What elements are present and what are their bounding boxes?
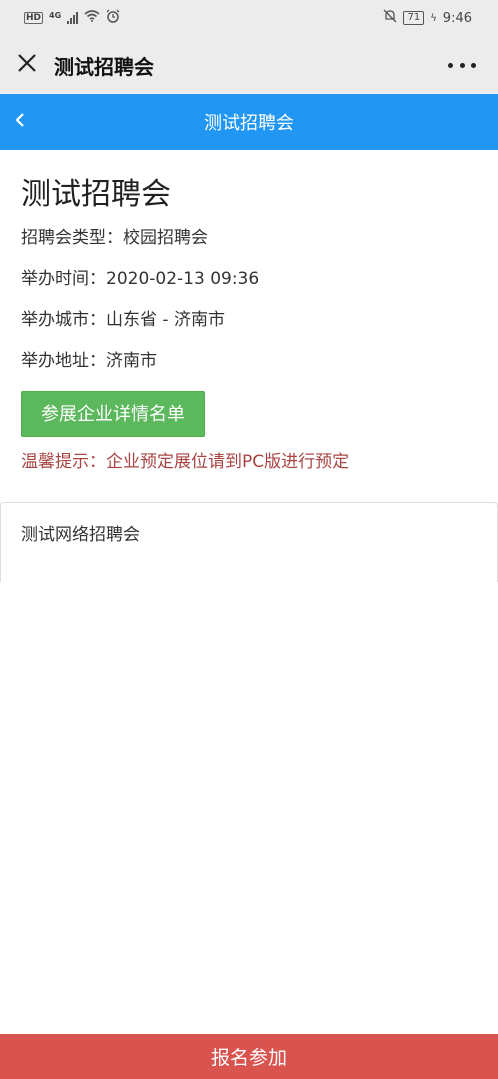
companies-list-button[interactable]: 参展企业详情名单 — [21, 391, 205, 437]
signal-icon — [67, 12, 79, 24]
clock-time: 9:46 — [442, 10, 472, 26]
nav-bar: 测试招聘会 — [0, 94, 498, 150]
status-left: HD 4G — [24, 9, 120, 27]
fair-address: 举办地址：济南市 — [21, 351, 157, 371]
fair-time: 举办时间：2020-02-13 09:36 — [21, 269, 260, 289]
close-icon — [17, 53, 37, 77]
battery-icon: 71 — [403, 11, 425, 25]
more-button[interactable] — [448, 54, 476, 76]
alarm-icon — [106, 9, 120, 27]
booking-tip: 温馨提示：企业预定展位请到PC版进行预定 — [21, 452, 350, 472]
back-chevron-icon — [15, 112, 25, 132]
webview-title: 测试招聘会 — [54, 54, 154, 79]
status-right: 71 ϟ 9:46 — [383, 9, 472, 27]
back-button[interactable] — [8, 104, 32, 140]
nav-title: 测试招聘会 — [204, 113, 294, 134]
more-icon — [448, 62, 453, 68]
hd-badge: HD — [24, 12, 44, 24]
fair-description-card: 测试网络招聘会 — [0, 502, 498, 582]
network-type: 4G — [49, 10, 62, 20]
page-title: 测试招聘会 — [21, 177, 171, 212]
charging-icon: ϟ — [430, 12, 437, 24]
fair-city: 举办城市：山东省 - 济南市 — [21, 310, 225, 330]
wifi-icon — [84, 10, 100, 26]
mute-bell-icon — [383, 9, 397, 27]
webview-header: 测试招聘会 — [0, 36, 498, 94]
close-button[interactable] — [2, 36, 52, 94]
card-text: 测试网络招聘会 — [21, 525, 140, 545]
status-bar: HD 4G 71 ϟ 9:46 — [0, 0, 498, 36]
more-icon-dot — [471, 62, 476, 68]
fair-type: 招聘会类型：校园招聘会 — [21, 228, 208, 248]
more-icon-dot — [459, 62, 465, 68]
signup-button[interactable]: 报名参加 — [0, 1034, 498, 1079]
fair-details: 测试招聘会 招聘会类型：校园招聘会 举办时间：2020-02-13 09:36 … — [0, 150, 498, 476]
